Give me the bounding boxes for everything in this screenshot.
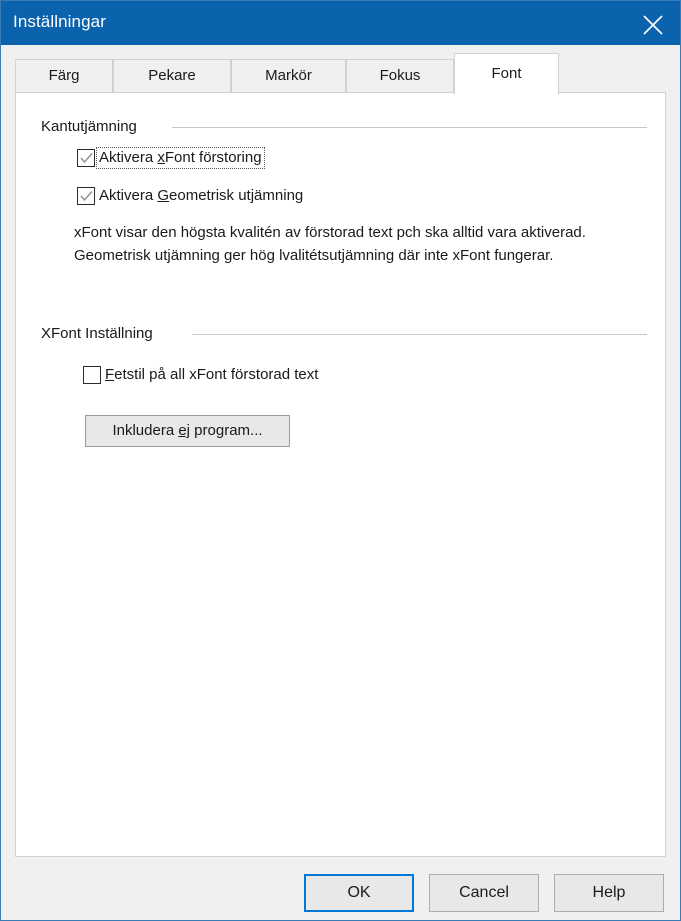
- accelerator-g: G: [157, 187, 170, 204]
- inkludera-ej-program-button[interactable]: Inkludera ej program...: [85, 415, 290, 447]
- tab-content-panel: Kantutjämning Aktivera xFont förstoring: [15, 92, 666, 857]
- settings-dialog-window: Inställningar Färg Pekare Markör Fokus F…: [0, 0, 681, 921]
- tab-strip: Färg Pekare Markör Fokus Font: [1, 45, 680, 95]
- title-bar: Inställningar: [1, 1, 680, 45]
- group-label-kantutjamning: Kantutjämning: [41, 118, 137, 135]
- checkbox-label-aktivera-geometrisk-utjamning: Aktivera Geometrisk utjämning: [99, 187, 304, 204]
- group-separator-xfont-installning: [192, 334, 647, 335]
- help-button[interactable]: Help: [554, 874, 664, 912]
- window-title: Inställningar: [13, 12, 106, 31]
- group-separator-kantutjamning: [172, 127, 647, 128]
- button-label-suffix: program...: [190, 422, 263, 439]
- group-label-xfont-installning: XFont Inställning: [41, 325, 153, 342]
- checkbox-label-aktivera-xfont-forstoring: Aktivera xFont förstoring: [96, 147, 265, 169]
- accelerator-ej: ej: [178, 422, 191, 439]
- button-label-prefix: Inkludera: [112, 422, 179, 439]
- cancel-button[interactable]: Cancel: [429, 874, 539, 912]
- accelerator-f: F: [105, 366, 115, 383]
- tab-pekare[interactable]: Pekare: [113, 59, 231, 93]
- ok-button[interactable]: OK: [304, 874, 414, 912]
- checkbox-box-fetstil-xfont-text[interactable]: [83, 366, 101, 384]
- kantutjamning-description: xFont visar den högsta kvalitén av först…: [74, 224, 586, 264]
- tab-fokus[interactable]: Fokus: [346, 59, 454, 93]
- tab-farg[interactable]: Färg: [15, 59, 113, 93]
- tab-markor[interactable]: Markör: [231, 59, 346, 93]
- checkbox-box-aktivera-xfont-forstoring[interactable]: [77, 149, 95, 167]
- close-button[interactable]: [626, 1, 680, 45]
- tab-font[interactable]: Font: [454, 53, 559, 95]
- checkbox-box-aktivera-geometrisk-utjamning[interactable]: [77, 187, 95, 205]
- accelerator-x: x: [157, 149, 165, 166]
- checkbox-label-fetstil-xfont-text: Fetstil på all xFont förstorad text: [105, 366, 319, 383]
